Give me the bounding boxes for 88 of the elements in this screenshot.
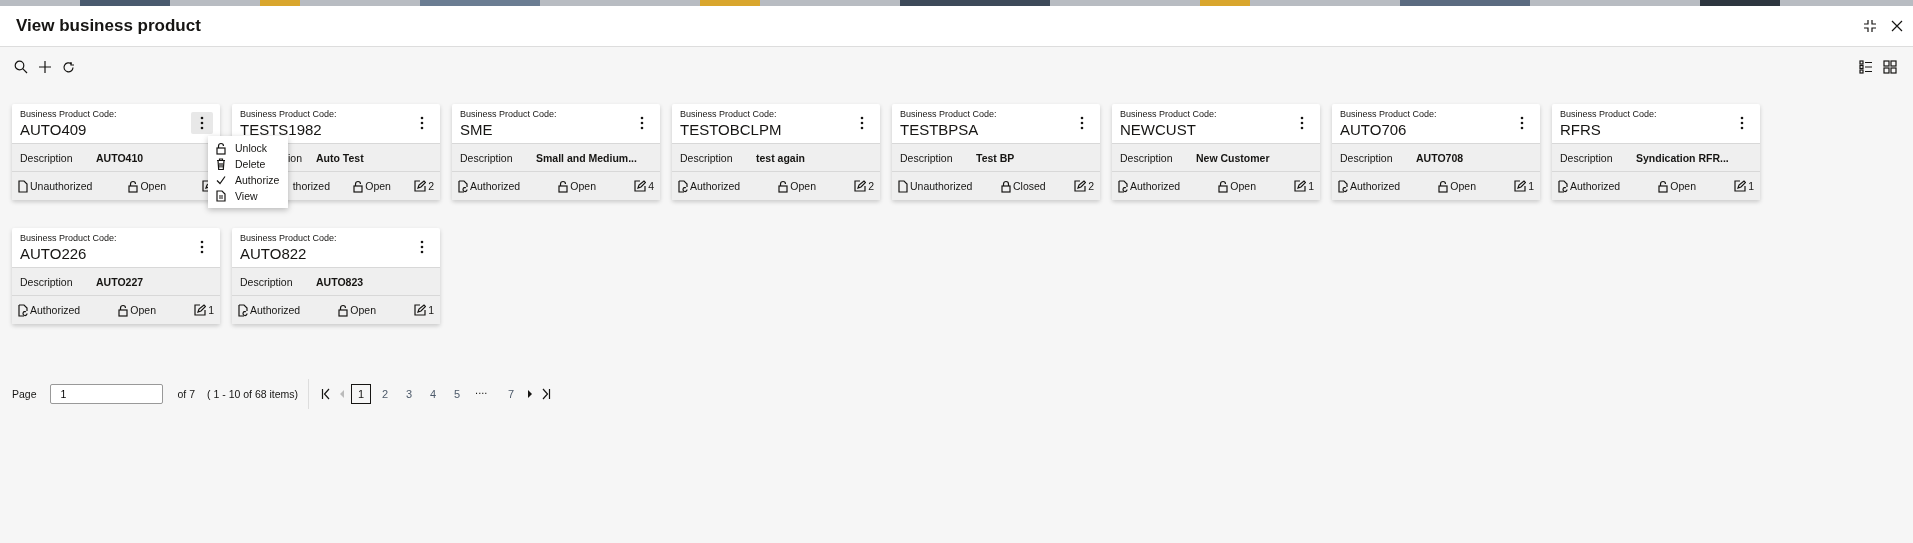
description-label: Description <box>460 151 514 164</box>
status-text: Authorized <box>690 180 741 192</box>
product-card[interactable]: Business Product Code: AUTO706 Description AUTO708 Authorized Open 1 <box>1332 104 1540 200</box>
description-label: Description <box>20 151 74 164</box>
description-label: Description <box>1120 151 1174 164</box>
edit-count: 1 <box>428 304 434 316</box>
description-label: Description <box>1560 151 1614 164</box>
edit-count: 1 <box>1748 180 1754 192</box>
field-label: Business Product Code: <box>900 108 997 119</box>
lock-status-text: Open <box>365 180 391 192</box>
description-value: test again <box>756 151 805 164</box>
product-code: TESTBPSA <box>900 120 980 138</box>
page-button[interactable]: 5 <box>447 384 468 404</box>
product-code: AUTO822 <box>240 244 308 262</box>
field-label: Business Product Code: <box>240 232 337 243</box>
status-text: Authorized <box>250 304 301 316</box>
edit-count: 1 <box>1308 180 1314 192</box>
product-card[interactable]: Business Product Code: RFRS Description Syndication RFR... Authorized Open 1 <box>1552 104 1760 200</box>
field-label: Business Product Code: <box>680 108 778 119</box>
product-card[interactable]: Business Product Code: TESTBPSA Description Test BP Unauthorized Closed 2 <box>892 104 1100 200</box>
edit-count: 2 <box>868 180 874 192</box>
product-card[interactable]: Business Product Code: TESTOBCLPM Description test again Authorized Open 2 <box>672 104 880 200</box>
page-button[interactable]: 3 <box>399 384 420 404</box>
status-text: Unauthorized <box>30 180 93 192</box>
description-value: AUTO410 <box>96 151 144 164</box>
description-label: Description <box>20 275 74 288</box>
lock-status-text: Open <box>1230 180 1256 192</box>
field-label: Business Product Code: <box>1560 108 1657 119</box>
page-ellipsis: .... <box>474 383 489 398</box>
product-code: RFRS <box>1560 120 1602 138</box>
status-text: Authorized <box>470 180 521 192</box>
edit-count: 2 <box>1088 180 1094 192</box>
description-value: Small and Medium... <box>536 151 637 164</box>
field-label: Business Product Code: <box>460 108 557 119</box>
product-code: TESTOBCLPM <box>680 120 782 138</box>
description-label: Description <box>240 275 294 288</box>
field-label: Business Product Code: <box>20 108 117 119</box>
status-text: Authorized <box>1350 180 1401 192</box>
description-value: AUTO227 <box>96 275 144 288</box>
lock-status-text: Open <box>130 304 156 316</box>
status-text: Authorized <box>1570 180 1621 192</box>
description-label: Description <box>1340 151 1394 164</box>
page-label: Page <box>12 388 37 400</box>
description-label: Description <box>680 151 734 164</box>
description-value: Syndication RFR... <box>1636 151 1729 164</box>
product-card[interactable]: Business Product Code: SME Description Small and Medium... Authorized Open 4 <box>452 104 660 200</box>
field-label: Business Product Code: <box>1120 108 1217 119</box>
product-code: SME <box>460 120 494 138</box>
page-button[interactable]: 4 <box>423 384 444 404</box>
description-label: Description <box>900 151 954 164</box>
product-card[interactable]: Business Product Code: AUTO822 Description AUTO823 Authorized Open 1 <box>232 228 440 324</box>
edit-count: 4 <box>648 180 654 192</box>
status-text: Unauthorized <box>910 180 973 192</box>
lock-status-text: Open <box>140 180 167 192</box>
lock-status-text: Closed <box>1012 180 1046 192</box>
window-title: View business product <box>16 16 201 36</box>
product-code: AUTO409 <box>20 120 88 138</box>
lock-status-text: Open <box>570 180 596 192</box>
product-card[interactable]: Business Product Code: AUTO409 Description AUTO410 Unauthorized Open <box>12 104 220 200</box>
field-label: Business Product Code: <box>20 232 117 243</box>
product-code: TESTS1982 <box>240 120 323 138</box>
edit-count: 1 <box>208 304 214 316</box>
description-value: Test BP <box>976 151 1015 164</box>
lock-status-text: Open <box>1670 180 1696 192</box>
lock-status-text: Open <box>1450 180 1476 192</box>
product-card[interactable]: Business Product Code: NEWCUST Description New Customer Authorized Open 1 <box>1112 104 1320 200</box>
product-code: AUTO226 <box>20 244 88 262</box>
page-field[interactable]: 1 <box>49 384 163 404</box>
lock-status-text: Open <box>790 180 816 192</box>
page-button[interactable]: 7 <box>501 384 522 404</box>
edit-count: 2 <box>428 180 434 192</box>
page-button[interactable]: 2 <box>375 384 396 404</box>
product-code: AUTO706 <box>1340 120 1408 138</box>
lock-status-text: Open <box>350 304 376 316</box>
status-text: Authorized <box>30 304 81 316</box>
description-value: Auto Test <box>316 151 364 164</box>
description-value: New Customer <box>1196 151 1270 164</box>
items-info: ( 1 - 10 of 68 items) <box>207 388 299 400</box>
product-card[interactable]: Business Product Code: AUTO226 Description AUTO227 Authorized Open 1 <box>12 228 220 324</box>
product-code: NEWCUST <box>1120 120 1197 138</box>
description-value: AUTO823 <box>316 275 364 288</box>
description-value: AUTO708 <box>1416 151 1464 164</box>
page-count: of 7 <box>177 388 196 400</box>
field-label: Business Product Code: <box>1340 108 1437 119</box>
page-button[interactable]: 1 <box>351 384 372 404</box>
field-label: Business Product Code: <box>240 108 337 119</box>
status-text: Authorized <box>1130 180 1181 192</box>
edit-count: 1 <box>1528 180 1534 192</box>
